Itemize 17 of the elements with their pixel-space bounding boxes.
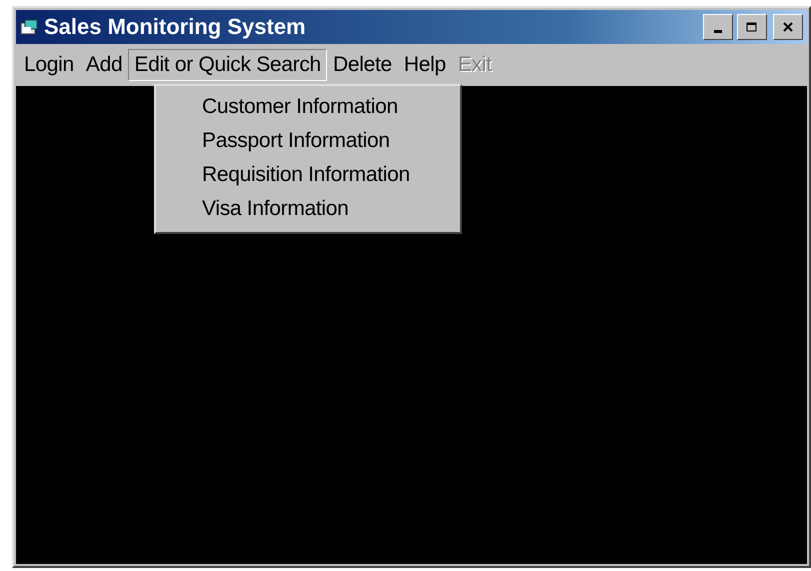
dropdown-item[interactable]: Customer Information [156, 91, 460, 125]
minimize-icon [714, 30, 722, 32]
menu-item[interactable]: Add [80, 49, 128, 81]
menu-item[interactable]: Edit or Quick Search [128, 49, 327, 81]
minimize-button[interactable] [703, 14, 733, 40]
close-button[interactable] [773, 14, 803, 40]
window-title: Sales Monitoring System [44, 14, 307, 40]
maximize-button[interactable] [737, 14, 767, 40]
dropdown-item[interactable]: Visa Information [156, 193, 460, 227]
dropdown-item[interactable]: Requisition Information [156, 159, 460, 193]
menu-item[interactable]: Delete [326, 49, 398, 81]
maximize-icon [746, 22, 758, 32]
app-icon [20, 18, 40, 36]
menu-item[interactable]: Login [18, 49, 80, 81]
dropdown-item[interactable]: Passport Information [156, 125, 460, 159]
menu-item[interactable]: Help [398, 49, 452, 81]
close-icon [782, 22, 794, 32]
